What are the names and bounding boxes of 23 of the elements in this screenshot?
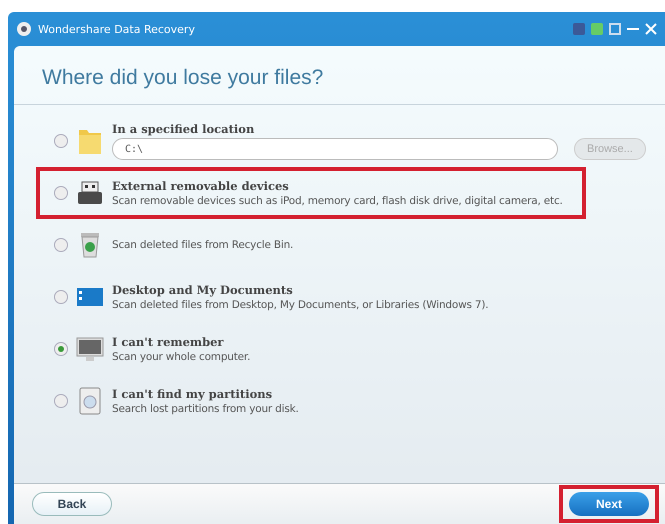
radio-button[interactable] [54, 394, 68, 408]
option-description: Scan deleted files from Desktop, My Documents, or Libraries (Windows 7). [112, 299, 488, 311]
option-description: Scan deleted files from Recycle Bin. [112, 239, 294, 251]
radio-button[interactable] [54, 342, 68, 356]
close-icon[interactable] [645, 23, 657, 35]
radio-button[interactable] [54, 238, 68, 252]
back-button[interactable]: Back [32, 492, 112, 516]
next-button[interactable]: Next [569, 492, 649, 516]
option-description: Scan removable devices such as iPod, memory card, flash disk drive, digital camera, etc. [112, 195, 563, 207]
option-description: Scan your whole computer. [112, 351, 250, 363]
option-title: Desktop and My Documents [112, 283, 294, 297]
option-title: In a specified location [112, 122, 256, 136]
radio-button[interactable] [54, 134, 68, 148]
radio-button[interactable] [54, 186, 68, 200]
radio-button[interactable] [54, 290, 68, 304]
app-logo-icon [16, 21, 32, 37]
option-title: I can't remember [112, 335, 224, 349]
option-title: External removable devices [112, 179, 290, 193]
path-field[interactable]: C:\ [112, 138, 558, 160]
option-title: I can't find my partitions [112, 387, 274, 401]
page-heading: Where did you lose your files? [14, 46, 665, 105]
window-title: Wondershare Data Recovery [38, 22, 196, 36]
option-description: Search lost partitions from your disk. [112, 403, 299, 415]
